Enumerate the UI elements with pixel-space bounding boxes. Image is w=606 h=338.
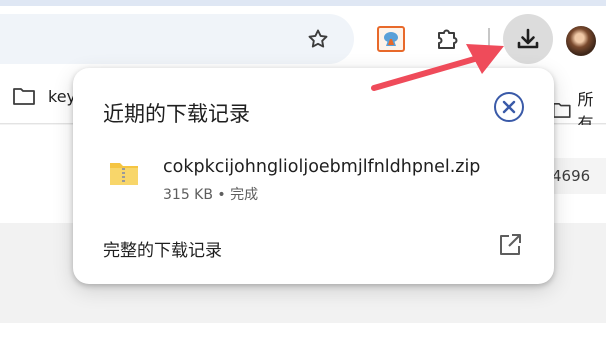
- download-status: 完成: [230, 187, 259, 203]
- download-file-name: cokpkcijohnglioljoebmjlfnldhpnel.zip: [163, 157, 481, 177]
- download-icon: [517, 28, 539, 49]
- download-file-meta: 315 KB • 完成: [163, 184, 258, 204]
- all-downloads-link[interactable]: 完整的下载记录: [103, 236, 222, 261]
- downloads-button[interactable]: [503, 14, 553, 64]
- browser-toolbar: [0, 6, 606, 72]
- meta-separator: •: [217, 187, 226, 203]
- page-footer: [0, 323, 606, 338]
- bookmark-star-icon[interactable]: [304, 25, 332, 53]
- page-count-chip: 4696: [548, 158, 606, 194]
- address-bar[interactable]: [0, 14, 354, 64]
- downloads-popup: 近期的下载记录 cokpkcijohnglioljoebmjlfnldhpnel…: [73, 68, 554, 284]
- close-icon: [502, 100, 516, 114]
- folder-icon: [13, 88, 35, 105]
- bookmark-folder-key[interactable]: key: [12, 86, 76, 106]
- annotation-arrow-icon: [371, 44, 504, 91]
- folder-icon: [552, 102, 571, 118]
- profile-avatar[interactable]: [566, 26, 596, 56]
- download-file-size: 315 KB: [163, 187, 213, 203]
- zip-file-icon: [110, 163, 138, 185]
- popup-title: 近期的下载记录: [103, 102, 250, 126]
- bookmark-folder-label: key: [48, 86, 77, 106]
- open-external-icon[interactable]: [497, 232, 523, 258]
